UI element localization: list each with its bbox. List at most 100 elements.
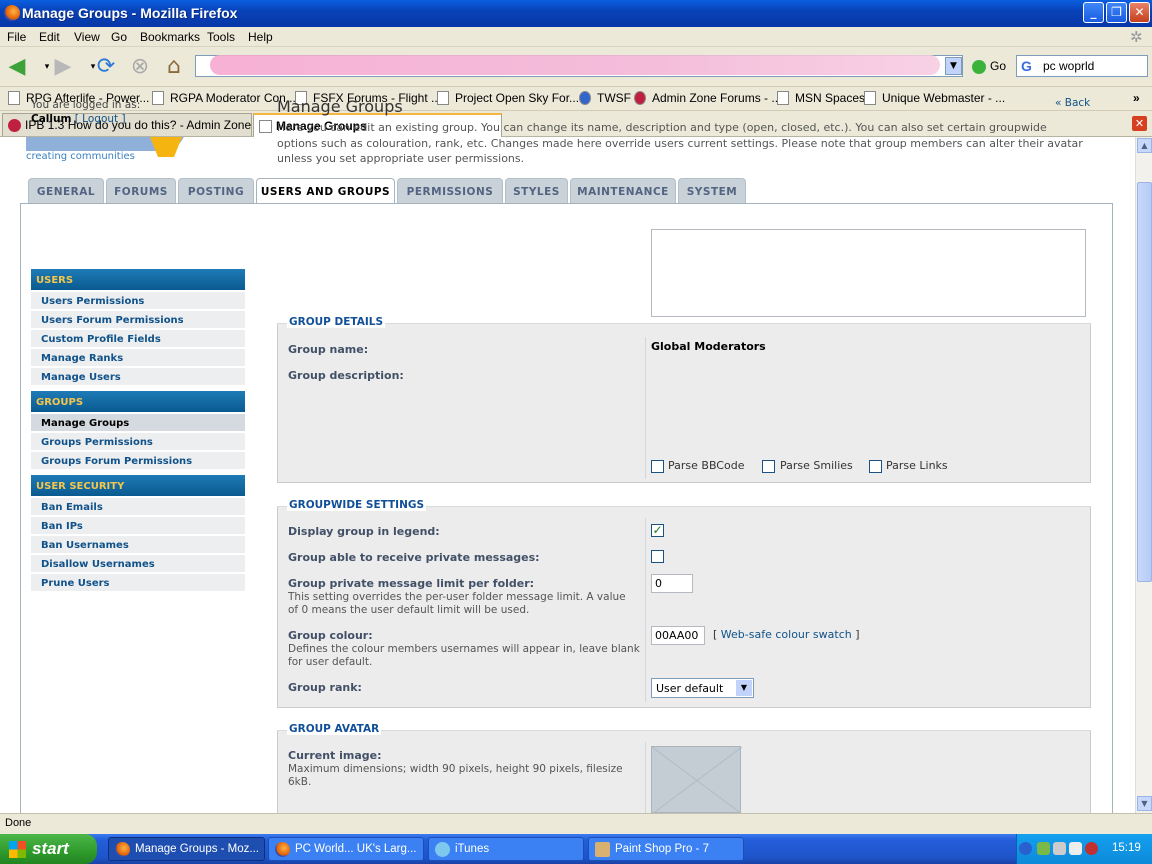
volume-icon[interactable] <box>1053 842 1066 855</box>
colour-swatch-link-wrap: [ Web-safe colour swatch ] <box>713 628 860 641</box>
parse-bbcode-checkbox[interactable] <box>651 460 664 473</box>
system-tray: 15:19 <box>1016 834 1152 864</box>
page-description: Here you can edit an existing group. You… <box>277 121 1083 165</box>
taskbar-item[interactable]: PC World... UK's Larg... <box>268 837 424 861</box>
firefox-icon <box>115 842 130 857</box>
group-description-label: Group description: <box>288 369 404 382</box>
group-colour-explain: Defines the colour members usernames wil… <box>288 643 640 668</box>
scroll-down-icon[interactable]: ▼ <box>1137 796 1152 811</box>
divider <box>645 337 646 479</box>
sidebar-item-manage-ranks[interactable]: Manage Ranks <box>31 349 245 367</box>
page-icon <box>864 91 876 105</box>
menu-bookmarks[interactable]: Bookmarks <box>140 30 200 44</box>
menu-edit[interactable]: Edit <box>39 30 60 44</box>
display-in-legend-checkbox[interactable]: ✓ <box>651 524 664 537</box>
menu-file[interactable]: File <box>7 30 26 44</box>
stop-icon[interactable]: ⊗ <box>127 54 153 80</box>
minimize-button[interactable]: _ <box>1083 2 1104 23</box>
page-scrollbar[interactable]: ▲ ▼ <box>1135 137 1152 813</box>
group-colour-input[interactable]: 00AA00 <box>651 626 705 645</box>
bookmark-item[interactable]: Unique Webmaster - ... <box>864 91 1005 105</box>
itunes-icon <box>435 842 450 857</box>
sidebar-item-ban-ips[interactable]: Ban IPs <box>31 517 245 535</box>
reload-icon[interactable]: ⟳ <box>93 54 119 80</box>
tab-styles[interactable]: STYLES <box>505 178 568 204</box>
current-image-explain: Maximum dimensions; width 90 pixels, hei… <box>288 763 623 788</box>
avatar-placeholder <box>651 746 743 815</box>
parse-links-checkbox[interactable] <box>869 460 882 473</box>
page-icon <box>437 91 449 105</box>
menu-tools[interactable]: Tools <box>207 30 235 44</box>
maximize-button[interactable]: ❐ <box>1106 2 1127 23</box>
home-icon[interactable]: ⌂ <box>161 54 187 80</box>
sidebar-header-groups: GROUPS <box>31 391 245 412</box>
url-dropdown-icon[interactable]: ▼ <box>945 57 962 75</box>
menu-go[interactable]: Go <box>111 30 127 44</box>
sidebar-item-manage-users[interactable]: Manage Users <box>31 368 245 386</box>
tab-maintenance[interactable]: MAINTENANCE <box>570 178 676 204</box>
firefox-icon <box>275 842 290 857</box>
network-icon[interactable] <box>1037 842 1050 855</box>
pm-limit-input[interactable]: 0 <box>651 574 693 593</box>
windows-logo-icon <box>9 841 26 858</box>
mail-icon[interactable] <box>1069 842 1082 855</box>
scroll-up-icon[interactable]: ▲ <box>1137 138 1152 153</box>
tab-users-and-groups[interactable]: USERS AND GROUPS <box>256 178 395 206</box>
page-icon <box>259 120 272 133</box>
menu-help[interactable]: Help <box>248 30 273 44</box>
bookmarks-overflow-icon[interactable]: » <box>1133 91 1140 105</box>
tab-posting[interactable]: POSTING <box>178 178 254 204</box>
sidebar-item-manage-groups[interactable]: Manage Groups <box>31 414 245 432</box>
taskbar-item[interactable]: Paint Shop Pro - 7 <box>588 837 744 861</box>
back-link[interactable]: « Back <box>1055 97 1090 109</box>
sidebar-item-ban-usernames[interactable]: Ban Usernames <box>31 536 245 554</box>
bookmark-item[interactable]: TWSF <box>579 91 631 105</box>
receive-pm-checkbox[interactable] <box>651 550 664 563</box>
colour-swatch-link[interactable]: Web-safe colour swatch <box>721 628 852 641</box>
paint-shop-pro-icon <box>595 842 610 857</box>
tray-expand-icon[interactable] <box>1019 842 1032 855</box>
taskbar-item[interactable]: iTunes <box>428 837 584 861</box>
page-icon <box>634 91 646 105</box>
group-description-textarea[interactable] <box>651 229 1086 317</box>
tab-permissions[interactable]: PERMISSIONS <box>397 178 503 204</box>
logout-link[interactable]: [ Logout ] <box>75 113 126 125</box>
group-details-legend: GROUP DETAILS <box>287 316 386 328</box>
sidebar-item-users-permissions[interactable]: Users Permissions <box>31 292 245 310</box>
forward-arrow-icon[interactable]: ▶ <box>50 54 76 80</box>
sidebar-item-ban-emails[interactable]: Ban Emails <box>31 498 245 516</box>
group-rank-select[interactable]: User default ▼ <box>651 678 754 698</box>
bookmark-item[interactable]: RGPA Moderator Con... <box>152 91 296 105</box>
sidebar-header-users: USERS <box>31 269 245 290</box>
bookmark-item[interactable]: Project Open Sky For... <box>437 91 579 105</box>
taskbar-item[interactable]: Manage Groups - Moz... <box>108 837 265 861</box>
status-text: Done <box>5 817 32 829</box>
antivirus-icon[interactable] <box>1085 842 1098 855</box>
group-name-value: Global Moderators <box>651 340 766 353</box>
sidebar-item-users-forum-permissions[interactable]: Users Forum Permissions <box>31 311 245 329</box>
bookmark-item[interactable]: Admin Zone Forums - ... <box>634 91 781 105</box>
parse-smilies-checkbox[interactable] <box>762 460 775 473</box>
start-button[interactable]: start <box>0 834 97 864</box>
sidebar-item-groups-permissions[interactable]: Groups Permissions <box>31 433 245 451</box>
sidebar-item-disallow-usernames[interactable]: Disallow Usernames <box>31 555 245 573</box>
search-input[interactable]: Gpc woprld <box>1016 55 1148 77</box>
menu-view[interactable]: View <box>74 30 100 44</box>
tab-system[interactable]: SYSTEM <box>678 178 746 204</box>
group-name-label: Group name: <box>288 343 369 356</box>
tab-forums[interactable]: FORUMS <box>106 178 176 204</box>
tab-general[interactable]: GENERAL <box>28 178 104 204</box>
close-tab-icon[interactable]: ✕ <box>1132 116 1147 131</box>
bookmark-item[interactable]: MSN Spaces <box>777 91 865 105</box>
phpbb-logo: creating communities <box>26 137 196 171</box>
current-image-label: Current image: <box>288 749 382 762</box>
back-arrow-icon[interactable]: ◀ <box>4 54 30 80</box>
sidebar-item-prune-users[interactable]: Prune Users <box>31 574 245 592</box>
pm-limit-explain: This setting overrides the per-user fold… <box>288 591 626 616</box>
parse-smilies-label: Parse Smilies <box>780 459 853 472</box>
sidebar-item-custom-profile-fields[interactable]: Custom Profile Fields <box>31 330 245 348</box>
scrollbar-thumb[interactable] <box>1137 182 1152 582</box>
sidebar-item-groups-forum-permissions[interactable]: Groups Forum Permissions <box>31 452 245 470</box>
go-button[interactable]: Go <box>972 59 1006 74</box>
close-button[interactable]: ✕ <box>1129 2 1150 23</box>
